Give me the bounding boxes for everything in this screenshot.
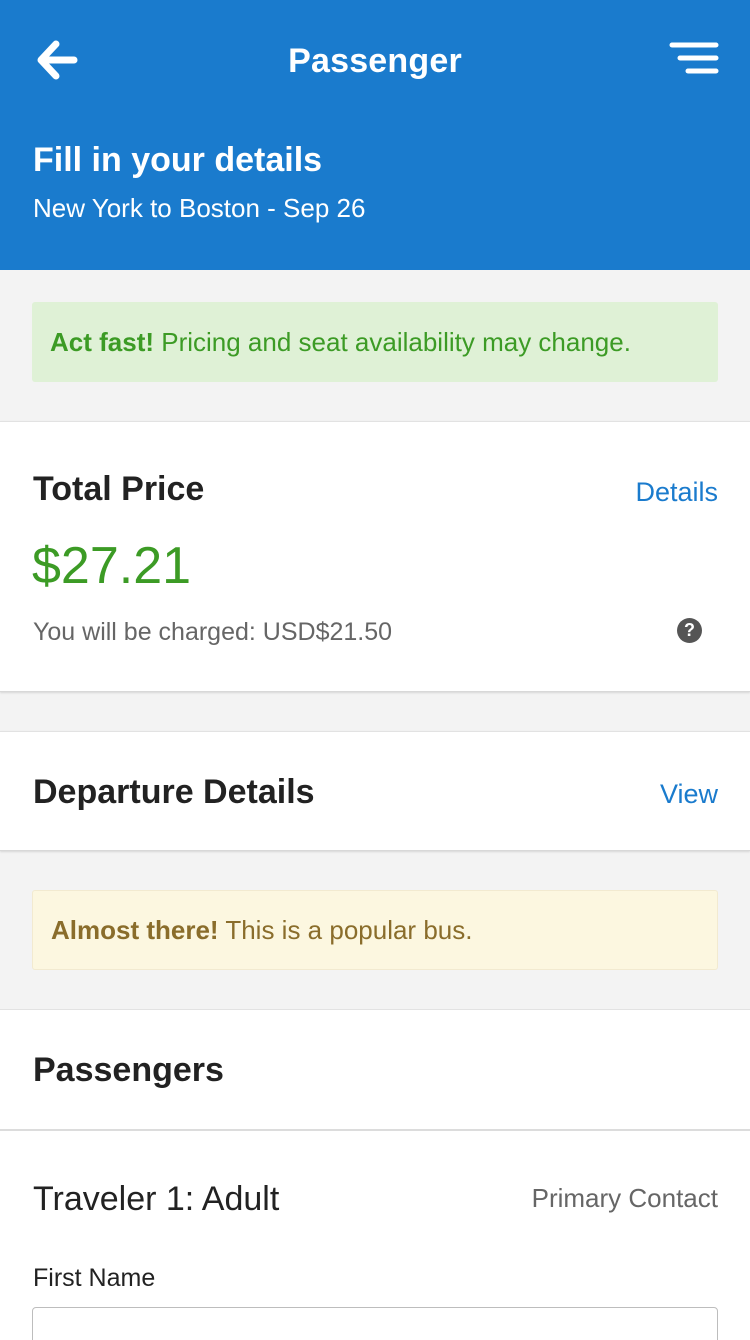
question-circle-icon[interactable]: ? [677, 618, 702, 643]
page-title: Passenger [288, 42, 462, 80]
departure-details-title: Departure Details [33, 773, 315, 811]
alert-strong: Act fast! [50, 326, 155, 357]
charged-amount: You will be charged: USD$21.50 [33, 618, 393, 646]
act-fast-alert: Act fast! Pricing and seat availability … [32, 302, 718, 382]
popular-bus-alert: Almost there! This is a popular bus. [32, 890, 718, 970]
alert-strong: Almost there! [51, 914, 219, 945]
alert-text: Pricing and seat availability may change… [154, 326, 631, 357]
total-price-card: Total Price Details $27.21 You will be c… [0, 421, 750, 692]
divider [0, 1129, 750, 1131]
total-price-value: $27.21 [32, 537, 192, 595]
passengers-card: Passengers Traveler 1: Adult Primary Con… [0, 1009, 750, 1340]
passengers-title: Passengers [33, 1051, 224, 1089]
departure-details-card[interactable]: Departure Details View [0, 731, 750, 851]
first-name-field[interactable] [32, 1307, 718, 1340]
total-price-title: Total Price [33, 470, 205, 508]
first-name-label: First Name [33, 1264, 156, 1292]
header: Passenger Fill in your details New York … [0, 0, 750, 270]
menu-button[interactable] [666, 40, 722, 80]
details-heading: Fill in your details [33, 141, 323, 179]
top-bar: Passenger [0, 0, 750, 120]
departure-view-link[interactable]: View [660, 779, 718, 810]
primary-contact-label: Primary Contact [531, 1183, 718, 1213]
price-details-link[interactable]: Details [635, 477, 718, 508]
menu-icon [669, 42, 719, 74]
traveler-heading: Traveler 1: Adult [33, 1180, 280, 1218]
route-subtitle: New York to Boston - Sep 26 [33, 193, 366, 223]
alert-text: This is a popular bus. [218, 914, 473, 945]
